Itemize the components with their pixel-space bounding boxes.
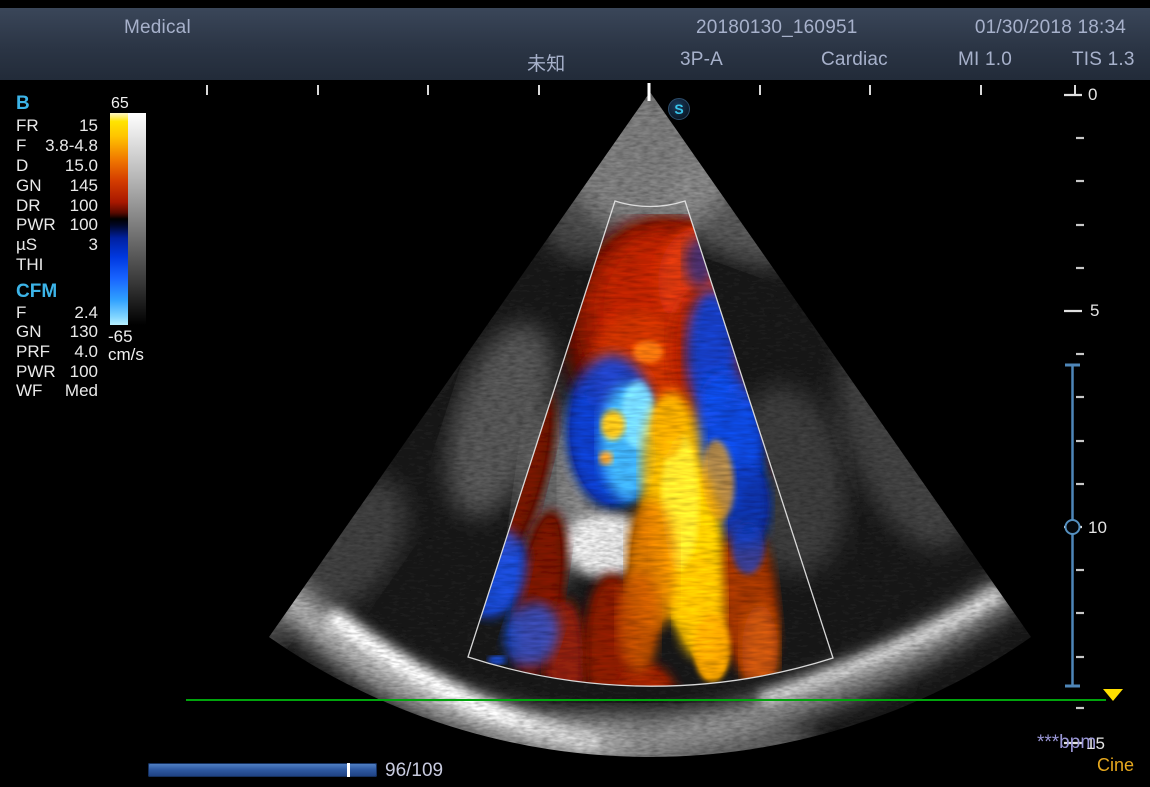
param-row-f: F 3.8-4.8 [16, 136, 98, 156]
param-label: PWR [16, 362, 56, 382]
depth-label-0: 0 [1088, 85, 1097, 105]
cine-mode-label: Cine [1097, 755, 1134, 776]
mi-value: MI 1.0 [958, 49, 1012, 71]
param-label: F [16, 303, 26, 323]
param-label: GN [16, 322, 42, 342]
datetime-label: 01/30/2018 18:34 [975, 17, 1126, 39]
header-bar: Medical 20180130_160951 01/30/2018 18:34… [0, 8, 1150, 80]
brand-title: Medical [124, 17, 191, 39]
cine-position-marker[interactable] [347, 763, 350, 777]
param-value: 130 [70, 322, 98, 342]
velocity-scale-max: 65 [111, 95, 129, 113]
depth-label-5: 5 [1090, 301, 1099, 321]
param-value: 100 [70, 215, 98, 235]
exam-type-label[interactable]: Cardiac [821, 49, 888, 71]
param-row-gn: GN 145 [16, 176, 98, 196]
tgc-slider[interactable] [1065, 365, 1080, 686]
param-label: THI [16, 255, 43, 275]
param-value: 4.0 [74, 342, 98, 362]
cfm-mode-title: CFM [16, 281, 57, 303]
param-value: 15.0 [65, 156, 98, 176]
param-label: D [16, 156, 28, 176]
frame-counter: 96/109 [385, 760, 443, 782]
param-label: PWR [16, 215, 56, 235]
param-label: GN [16, 176, 42, 196]
param-value: Med [65, 381, 98, 401]
param-row-fr: FR 15 [16, 116, 98, 136]
ultrasound-workstation-screen: { "header": { "brand": "Medical", "study… [0, 0, 1150, 787]
param-value: 145 [70, 176, 98, 196]
param-row-cfm-gn: GN 130 [16, 322, 98, 342]
velocity-scale-min: -65 [108, 327, 133, 347]
param-row-dr: DR 100 [16, 196, 98, 216]
param-row-cfm-prf: PRF 4.0 [16, 342, 98, 362]
param-row-d: D 15.0 [16, 156, 98, 176]
param-value: 100 [70, 196, 98, 216]
depth-ruler-ticks [1064, 95, 1084, 743]
velocity-scale-unit: cm/s [108, 345, 144, 365]
param-row-thi: THI [16, 255, 98, 275]
tgc-slider-handle[interactable] [1066, 520, 1080, 534]
param-label: WF [16, 381, 42, 401]
param-row-cfm-f: F 2.4 [16, 303, 98, 323]
doppler-color-gradient-bar [110, 113, 128, 325]
ultrasound-canvas [0, 0, 1150, 787]
param-row-us: µS 3 [16, 235, 98, 255]
cine-progress-bar[interactable] [148, 763, 377, 777]
param-label: FR [16, 116, 39, 136]
param-row-pwr: PWR 100 [16, 215, 98, 235]
tis-value: TIS 1.3 [1072, 49, 1135, 71]
probe-label[interactable]: 3P-A [680, 49, 723, 71]
param-label: F [16, 136, 26, 156]
velocity-colorbar [110, 113, 146, 325]
param-row-cfm-wf: WF Med [16, 381, 98, 401]
study-id: 20180130_160951 [696, 17, 858, 39]
param-value: 3 [89, 235, 98, 255]
vendor-logo-icon: S [668, 98, 690, 120]
param-value: 100 [70, 362, 98, 382]
param-value: 2.4 [74, 303, 98, 323]
param-row-cfm-pwr: PWR 100 [16, 362, 98, 382]
depth-label-10: 10 [1088, 518, 1107, 538]
patient-name[interactable]: 未知 [527, 49, 565, 76]
param-value: 3.8-4.8 [45, 136, 98, 156]
heart-rate-value: ***bpm [1037, 732, 1096, 754]
param-label: PRF [16, 342, 50, 362]
param-label: DR [16, 196, 41, 216]
grayscale-gradient-bar [128, 113, 146, 325]
width-scale-ticks [207, 85, 1075, 95]
b-mode-title: B [16, 93, 30, 115]
param-value: 15 [79, 116, 98, 136]
param-label: µS [16, 235, 37, 255]
